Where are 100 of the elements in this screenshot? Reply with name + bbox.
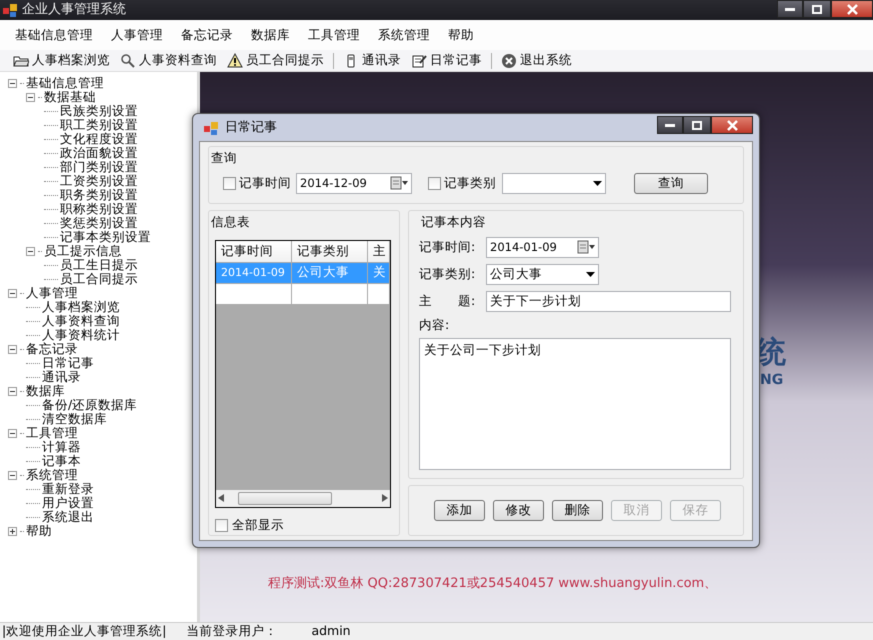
menu-item[interactable]: 系统管理 (369, 26, 439, 44)
tree-expander-icon[interactable] (26, 246, 35, 256)
date-picker[interactable]: 2014-01-09 (486, 236, 599, 258)
combo-box[interactable]: 公司大事 (486, 264, 599, 285)
close-icon (846, 4, 858, 14)
dropdown-caret-icon (586, 272, 595, 277)
tree-item[interactable]: 文化程度设置 (60, 132, 138, 146)
group-title: 记事本内容 (421, 213, 486, 231)
text-field[interactable]: 关于下一步计划 (486, 290, 731, 312)
toolbar-button[interactable]: 退出系统 (520, 51, 572, 70)
dialog-title: 日常记事 (225, 118, 277, 137)
field-label: 主 题: (419, 292, 476, 310)
tree-item[interactable]: 系统管理 (26, 468, 78, 482)
table-cell[interactable] (292, 284, 368, 305)
group-title: 信息表 (211, 213, 251, 231)
tree-expander-icon[interactable] (8, 526, 17, 536)
toolbar-button[interactable]: 员工合同提示 (246, 51, 324, 70)
tree-item[interactable]: 奖惩类别设置 (60, 216, 138, 230)
tree-expander-icon[interactable] (8, 386, 17, 396)
window-title: 企业人事管理系统 (22, 1, 126, 20)
tree-item[interactable]: 重新登录 (42, 482, 94, 496)
banner-text: 程序测试:双鱼林 QQ:287307421或254540457 www.shuangyulin.com、 (268, 575, 718, 593)
field-label: 记事时间: (419, 238, 476, 256)
logo-text: NG (760, 371, 784, 390)
tree-item[interactable]: 民族类别设置 (60, 104, 138, 118)
menu-item[interactable]: 基础信息管理 (6, 26, 102, 44)
tree-item[interactable]: 备忘记录 (26, 342, 78, 356)
tree-item[interactable]: 职务类别设置 (60, 188, 138, 202)
tree-item[interactable]: 职工类别设置 (60, 118, 138, 132)
tree-item[interactable]: 备份/还原数据库 (42, 398, 138, 412)
toolbar-button[interactable]: 通讯录 (362, 51, 401, 70)
tree-expander-icon[interactable] (8, 288, 17, 298)
minimize-button[interactable] (657, 116, 683, 134)
tree-item[interactable]: 工资类别设置 (60, 174, 138, 188)
checkbox[interactable] (215, 518, 228, 532)
maximize-button[interactable] (803, 0, 831, 18)
dropdown-caret-icon (593, 180, 602, 186)
tree-item[interactable]: 工具管理 (26, 426, 78, 440)
minimize-icon (665, 124, 675, 126)
tree-item[interactable]: 员工生日提示 (60, 258, 138, 272)
action-button[interactable]: 删除 (552, 500, 603, 521)
tree-item[interactable]: 职称类别设置 (60, 202, 138, 216)
date-picker[interactable]: 2014-12-09 (296, 172, 412, 194)
tree-item[interactable]: 用户设置 (42, 496, 94, 510)
checkbox[interactable] (428, 176, 441, 190)
tree-expander-icon[interactable] (8, 428, 17, 438)
tree-item[interactable]: 计算器 (42, 440, 81, 454)
notepad-icon[interactable] (411, 52, 427, 68)
tree-item[interactable]: 人事资料统计 (42, 328, 120, 342)
tree-item[interactable]: 帮助 (26, 524, 52, 538)
search-icon[interactable] (120, 52, 136, 68)
action-button[interactable]: 修改 (493, 500, 544, 521)
tree-expander-icon[interactable] (8, 78, 17, 88)
calendar-dropdown-icon (577, 240, 595, 254)
tree-item[interactable]: 日常记事 (42, 356, 94, 370)
close-button[interactable] (711, 116, 753, 134)
close-circle-icon[interactable] (501, 52, 517, 68)
tree-item[interactable]: 数据库 (26, 384, 65, 398)
tree-expander-icon[interactable] (8, 344, 17, 354)
field-label: 记事类别: (419, 264, 476, 283)
horizontal-scrollbar[interactable] (216, 490, 390, 507)
tree-item[interactable]: 清空数据库 (42, 412, 107, 426)
content-text-area[interactable]: 关于公司一下步计划 (419, 338, 731, 470)
tree-item[interactable]: 基础信息管理 (26, 76, 104, 90)
scroll-right-icon (382, 494, 388, 502)
maximize-icon (692, 120, 702, 130)
tree-item[interactable]: 员工提示信息 (44, 244, 122, 258)
checkbox[interactable] (223, 176, 236, 190)
table-cell[interactable] (216, 284, 292, 305)
menu-item[interactable]: 帮助 (439, 26, 483, 44)
warning-icon[interactable] (227, 52, 243, 68)
table-cell[interactable] (368, 284, 390, 305)
tree-item[interactable]: 人事管理 (26, 286, 78, 300)
menu-item[interactable]: 工具管理 (299, 26, 369, 44)
toolbar-button[interactable]: 日常记事 (430, 51, 482, 70)
toolbar-button[interactable]: 人事资料查询 (139, 51, 217, 70)
scroll-left-icon (218, 494, 224, 502)
toolbar-button[interactable]: 人事档案浏览 (32, 51, 110, 70)
close-button[interactable] (831, 0, 873, 18)
tree-expander-icon[interactable] (8, 470, 17, 480)
tree-item[interactable]: 人事资料查询 (42, 314, 120, 328)
tree-item[interactable]: 人事档案浏览 (42, 300, 120, 314)
menu-item[interactable]: 数据库 (242, 26, 299, 44)
tree-item[interactable]: 系统退出 (42, 510, 94, 524)
maximize-button[interactable] (683, 116, 711, 134)
calendar-dropdown-icon (390, 176, 408, 190)
tree-item[interactable]: 记事本 (42, 454, 81, 468)
menu-item[interactable]: 人事管理 (102, 26, 172, 44)
tree-item[interactable]: 记事本类别设置 (60, 230, 151, 244)
query-button[interactable]: 查询 (634, 172, 708, 194)
minimize-button[interactable] (777, 0, 803, 18)
tree-item[interactable]: 部门类别设置 (60, 160, 138, 174)
action-button[interactable]: 添加 (434, 500, 485, 521)
menu-item[interactable]: 备忘记录 (172, 26, 242, 44)
tree-item[interactable]: 通讯录 (42, 370, 81, 384)
tree-item[interactable]: 员工合同提示 (60, 272, 138, 286)
checkbox-label: 记事时间 (239, 174, 291, 192)
tree-item[interactable]: 政治面貌设置 (60, 146, 138, 160)
tree-item[interactable]: 数据基础 (44, 90, 96, 104)
tree-expander-icon[interactable] (26, 92, 35, 102)
